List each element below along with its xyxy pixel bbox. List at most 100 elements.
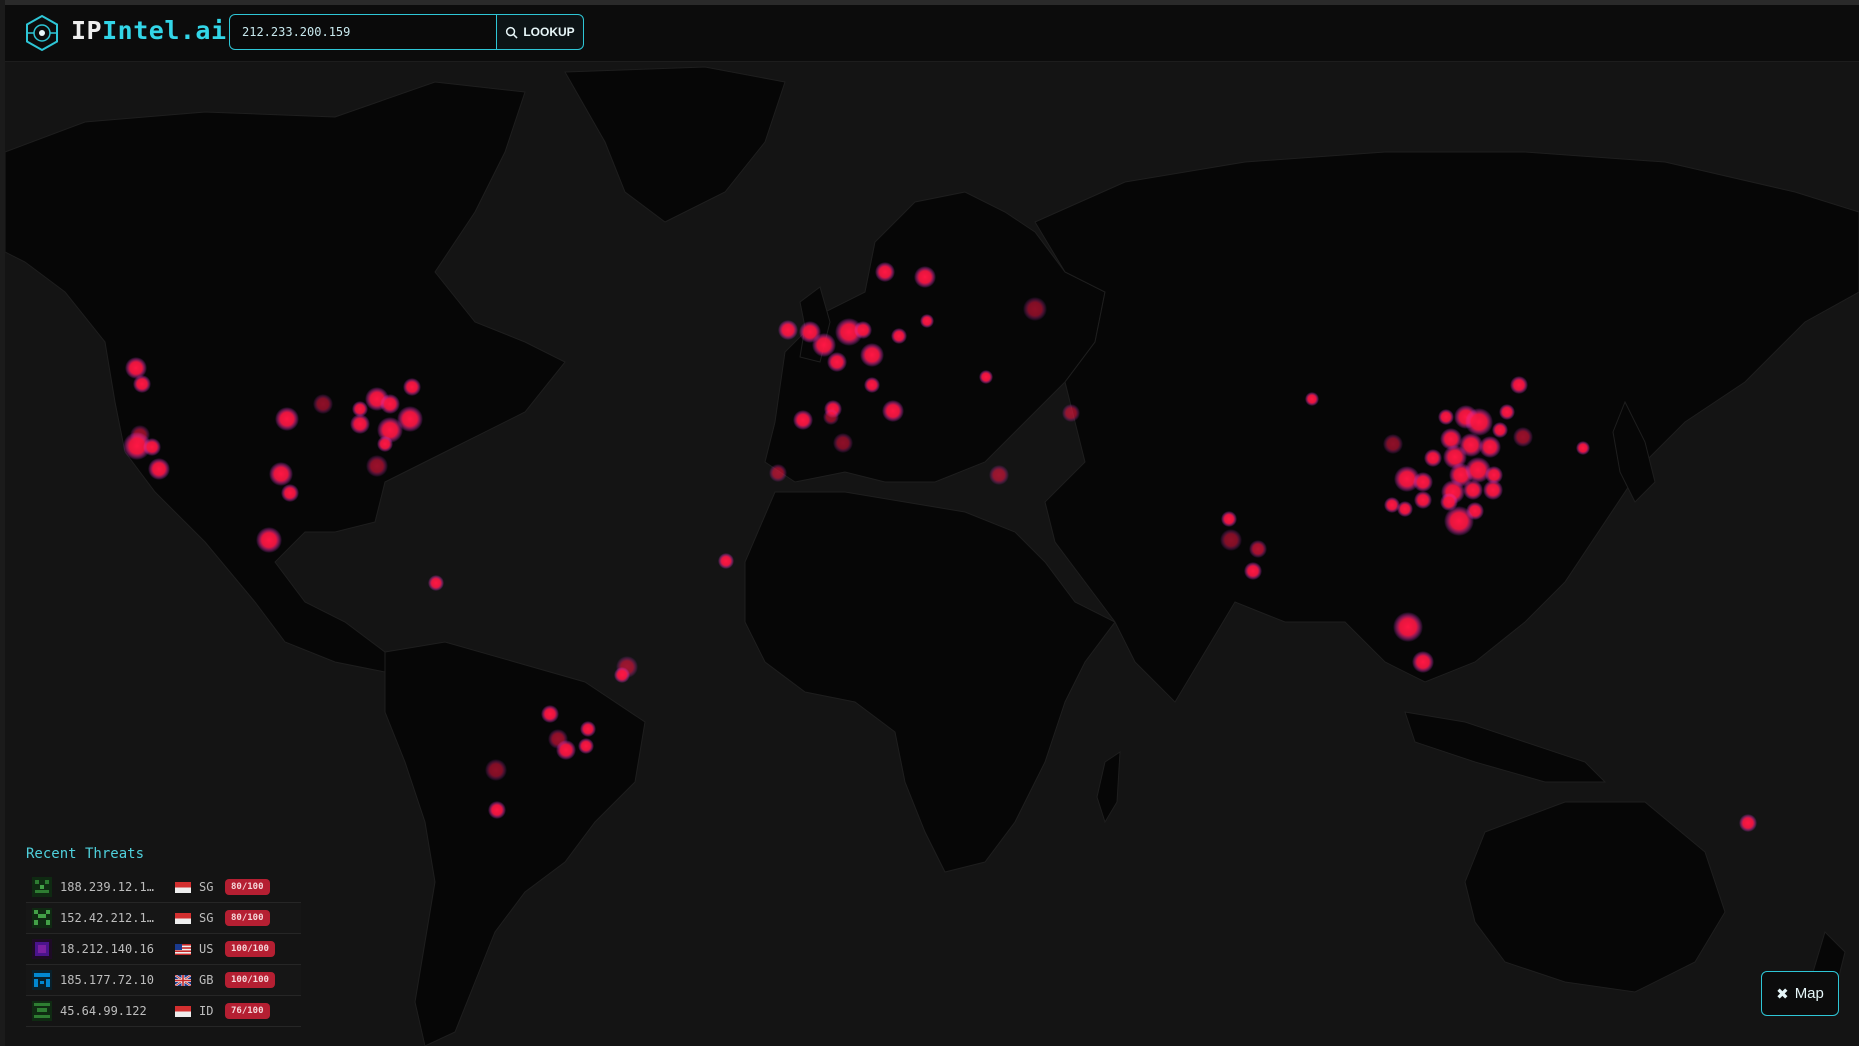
threat-marker [778,320,798,340]
threat-score-badge: 80/100 [225,879,270,895]
brand-suffix: Intel.ai [102,16,227,45]
ip-search-input[interactable] [229,14,497,50]
threat-marker [891,328,907,344]
threat-marker [541,705,559,723]
threat-marker [578,738,594,754]
threat-marker [989,465,1009,485]
threat-country: ID [199,1004,214,1018]
threat-marker [1413,472,1433,492]
threat-marker [833,433,853,453]
threat-marker [1463,480,1483,500]
identicon-avatar [32,908,52,928]
flag-id-icon [175,1005,191,1017]
threat-marker [793,410,813,430]
threat-score-badge: 76/100 [225,1003,270,1019]
threat-marker [1249,540,1267,558]
threat-marker [1576,441,1590,455]
threat-row[interactable]: 185.177.72.10 GB 100/100 [26,965,301,996]
threat-row[interactable]: 45.64.99.122 ID 76/100 [26,996,301,1027]
threat-score-badge: 100/100 [225,941,275,957]
threat-country: SG [199,911,214,925]
threat-ip: 185.177.72.10 [60,973,154,987]
threat-marker [860,343,884,367]
threat-marker [1499,404,1515,420]
threat-marker [1444,506,1474,536]
threat-marker [614,667,630,683]
flag-gb-icon [175,974,191,986]
identicon-avatar [32,939,52,959]
threat-marker [827,352,847,372]
threat-country: US [199,942,214,956]
recent-threats-title: Recent Threats [26,846,145,862]
threat-marker [148,458,170,480]
threat-marker [1221,511,1237,527]
threat-ip: 152.42.212.1… [60,911,154,925]
threat-marker [1483,480,1503,500]
threat-marker [281,484,299,502]
threat-marker [823,409,839,425]
threat-country: GB [199,973,214,987]
threat-marker [1062,404,1080,422]
header-bar: IPIntel.ai LOOKUP [5,5,1859,62]
logo-icon [26,14,58,52]
threat-marker [580,721,596,737]
identicon-avatar [32,877,52,897]
threat-ip: 45.64.99.122 [60,1004,147,1018]
threat-marker [882,400,904,422]
threat-marker [1739,814,1757,832]
threat-marker [1397,501,1413,517]
threat-marker [366,455,388,477]
threat-marker [979,370,993,384]
threat-marker [1438,409,1454,425]
threat-marker [1465,408,1493,436]
close-icon: ✖ [1776,985,1789,1003]
threat-marker [556,740,576,760]
flag-sg-icon [175,881,191,893]
threat-marker [914,266,936,288]
threat-marker [1513,427,1533,447]
threat-marker [1244,562,1262,580]
threat-marker [313,394,333,414]
threat-ip: 18.212.140.16 [60,942,154,956]
map-toggle-button[interactable]: ✖ Map [1761,971,1839,1016]
threat-row[interactable]: 152.42.212.1… SG 80/100 [26,903,301,934]
threat-marker [718,553,734,569]
threat-ip: 188.239.12.1… [60,880,154,894]
identicon-avatar [32,970,52,990]
flag-us-icon [175,943,191,955]
threat-marker [377,436,393,452]
threat-marker [380,394,400,414]
threat-marker [1383,434,1403,454]
threat-country: SG [199,880,214,894]
threat-marker [1510,376,1528,394]
threat-marker [864,377,880,393]
threat-score-badge: 100/100 [225,972,275,988]
search-icon [506,26,518,39]
threat-marker [143,438,161,456]
lookup-button[interactable]: LOOKUP [496,14,584,50]
threat-marker [275,407,299,431]
threat-marker [1305,392,1319,406]
map-toggle-label: Map [1794,985,1824,1002]
threat-marker [769,464,787,482]
threat-row[interactable]: 188.239.12.1… SG 80/100 [26,872,301,903]
identicon-avatar [32,1001,52,1021]
threat-marker [1414,491,1432,509]
flag-sg-icon [175,912,191,924]
threat-marker [428,575,444,591]
app-title[interactable]: IPIntel.ai [71,16,227,45]
threat-marker [854,321,872,339]
threat-marker [488,801,506,819]
threat-marker [133,375,151,393]
threat-marker [350,414,370,434]
brand-prefix: IP [71,16,103,45]
threat-marker [875,262,895,282]
recent-threats-panel: Recent Threats 188.239.12.1… SG 80/100 1… [26,846,301,1027]
threat-row[interactable]: 18.212.140.16 US 100/100 [26,934,301,965]
threat-marker [1412,651,1434,673]
threat-marker [1424,449,1442,467]
threat-marker [1479,436,1501,458]
threat-marker [1220,529,1242,551]
threat-score-badge: 80/100 [225,910,270,926]
threat-marker [485,759,507,781]
